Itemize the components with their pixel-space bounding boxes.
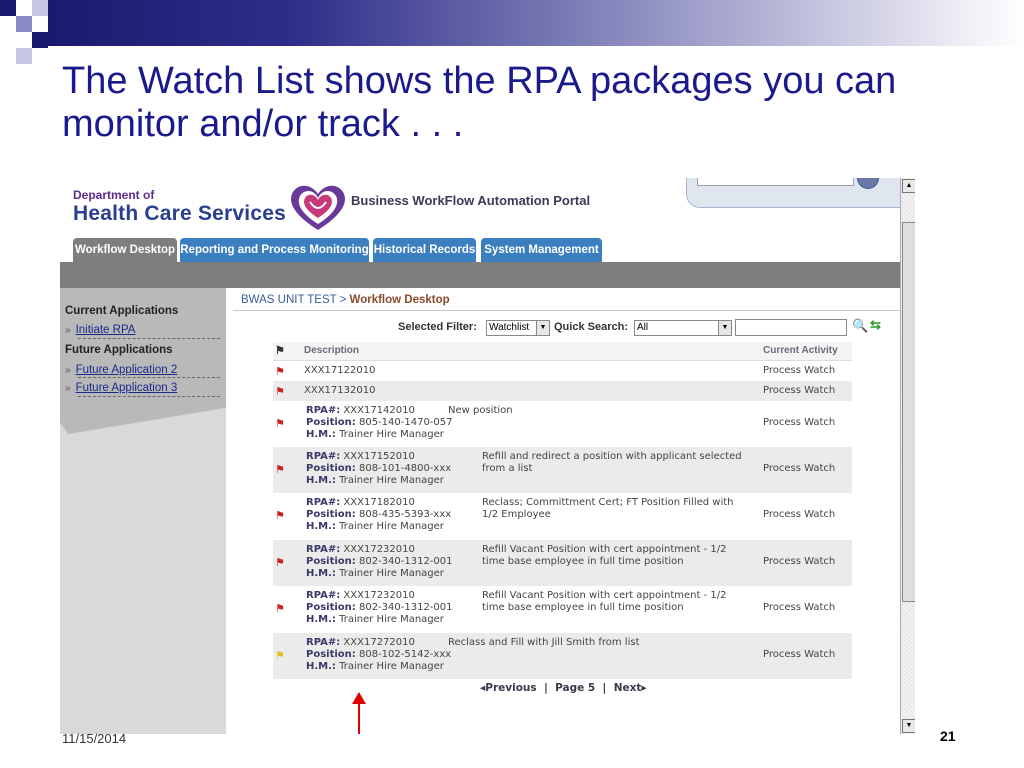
table-row[interactable]: ⚑ RPA#: XXX17272010 Position: 808-102-51… bbox=[273, 633, 852, 679]
double-chevron-icon: » bbox=[65, 365, 71, 376]
double-chevron-icon: » bbox=[65, 325, 71, 336]
quick-search-select[interactable]: All ▼ bbox=[634, 320, 732, 336]
decor-square bbox=[32, 0, 48, 16]
table-row[interactable]: ⚑ XXX17132010 Process Watch bbox=[273, 381, 852, 401]
table-row[interactable]: ⚑ RPA#: XXX17142010 Position: 805-140-14… bbox=[273, 401, 852, 447]
pager: ◂Previous | Page 5 | Next▸ bbox=[480, 682, 647, 694]
red-arrow-shaft bbox=[358, 702, 360, 734]
red-flag-icon: ⚑ bbox=[275, 385, 285, 398]
dropdown-arrow-icon: ▼ bbox=[718, 321, 731, 335]
tab-historical-records[interactable]: Historical Records bbox=[373, 238, 476, 262]
divider bbox=[78, 396, 220, 397]
yellow-flag-icon: ⚑ bbox=[275, 649, 285, 662]
slide-header-bar bbox=[48, 0, 1024, 46]
sidebar-item-future-app-2[interactable]: » Future Application 2 bbox=[65, 364, 177, 376]
double-chevron-icon: » bbox=[65, 383, 71, 394]
column-description: Description bbox=[304, 345, 360, 356]
brand-department: Department of bbox=[73, 188, 155, 202]
red-flag-icon: ⚑ bbox=[275, 602, 285, 615]
decor-square bbox=[16, 48, 32, 64]
heart-logo-icon bbox=[291, 185, 345, 230]
slide-page-number: 21 bbox=[940, 728, 956, 744]
tab-reporting[interactable]: Reporting and Process Monitoring bbox=[180, 238, 369, 262]
breadcrumb-current: Workflow Desktop bbox=[349, 294, 450, 306]
scroll-thumb[interactable] bbox=[902, 222, 915, 602]
sidebar-item-initiate-rpa[interactable]: » Initiate RPA bbox=[65, 324, 135, 336]
decor-square bbox=[32, 32, 48, 48]
table-row[interactable]: ⚑ XXX17122010 Process Watch bbox=[273, 361, 852, 381]
page-indicator: Page 5 bbox=[555, 682, 596, 694]
tab-system-management[interactable]: System Management bbox=[481, 238, 602, 262]
breadcrumb: BWAS UNIT TEST > Workflow Desktop bbox=[241, 294, 450, 306]
table-header: ⚑ Description Current Activity bbox=[273, 342, 852, 361]
top-search-field[interactable] bbox=[697, 178, 854, 186]
sidebar-item-future-app-3[interactable]: » Future Application 3 bbox=[65, 382, 177, 394]
search-icon[interactable]: 🔍 bbox=[852, 318, 868, 334]
red-flag-icon: ⚑ bbox=[275, 417, 285, 430]
divider bbox=[78, 377, 220, 378]
quick-search-input[interactable] bbox=[735, 319, 847, 336]
sidebar-heading-current: Current Applications bbox=[65, 305, 179, 317]
previous-link[interactable]: ◂Previous bbox=[480, 682, 537, 694]
breadcrumb-root[interactable]: BWAS UNIT TEST bbox=[241, 294, 336, 306]
decor-square bbox=[0, 0, 16, 16]
scroll-down-button[interactable]: ▼ bbox=[902, 719, 915, 733]
divider bbox=[78, 338, 220, 339]
nav-band bbox=[60, 262, 901, 288]
top-search-button[interactable] bbox=[857, 178, 879, 189]
quick-search-label: Quick Search: bbox=[554, 321, 628, 333]
table-row[interactable]: ⚑ RPA#: XXX17232010 Position: 802-340-13… bbox=[273, 586, 852, 633]
tab-workflow-desktop[interactable]: Workflow Desktop bbox=[73, 238, 177, 262]
scroll-up-button[interactable]: ▲ bbox=[902, 179, 915, 193]
table-row[interactable]: ⚑ RPA#: XXX17182010 Position: 808-435-53… bbox=[273, 493, 852, 540]
portal-title: Business WorkFlow Automation Portal bbox=[351, 193, 591, 208]
slide-date: 11/15/2014 bbox=[62, 731, 127, 746]
red-flag-icon: ⚑ bbox=[275, 556, 285, 569]
dropdown-arrow-icon: ▼ bbox=[536, 321, 549, 335]
caret-right-icon: ▸ bbox=[641, 682, 647, 694]
flag-column-icon: ⚑ bbox=[275, 345, 285, 357]
selected-filter-label: Selected Filter: bbox=[398, 321, 477, 333]
vertical-scrollbar[interactable]: ▲ ▼ bbox=[900, 178, 915, 734]
brand-name: Health Care Services bbox=[73, 202, 286, 225]
portal-screenshot: Department of Health Care Services Busin… bbox=[60, 178, 915, 734]
refresh-icon[interactable]: ⇆ bbox=[870, 317, 881, 333]
search-panel bbox=[686, 178, 912, 208]
next-link[interactable]: Next▸ bbox=[614, 682, 647, 694]
red-flag-icon: ⚑ bbox=[275, 365, 285, 378]
sidebar: Current Applications » Initiate RPA Futur… bbox=[60, 288, 226, 734]
table-row[interactable]: ⚑ RPA#: XXX17152010 Position: 808-101-48… bbox=[273, 447, 852, 493]
column-current-activity: Current Activity bbox=[763, 345, 838, 356]
red-flag-icon: ⚑ bbox=[275, 509, 285, 522]
table-row[interactable]: ⚑ RPA#: XXX17232010 Position: 802-340-13… bbox=[273, 540, 852, 586]
red-flag-icon: ⚑ bbox=[275, 463, 285, 476]
selected-filter-select[interactable]: Watchlist ▼ bbox=[486, 320, 550, 336]
divider bbox=[233, 310, 901, 311]
decor-square bbox=[16, 16, 32, 32]
sidebar-heading-future: Future Applications bbox=[65, 344, 173, 356]
watchlist-table: ⚑ Description Current Activity ⚑ XXX1712… bbox=[273, 342, 852, 679]
slide-title: The Watch List shows the RPA packages yo… bbox=[62, 60, 897, 145]
